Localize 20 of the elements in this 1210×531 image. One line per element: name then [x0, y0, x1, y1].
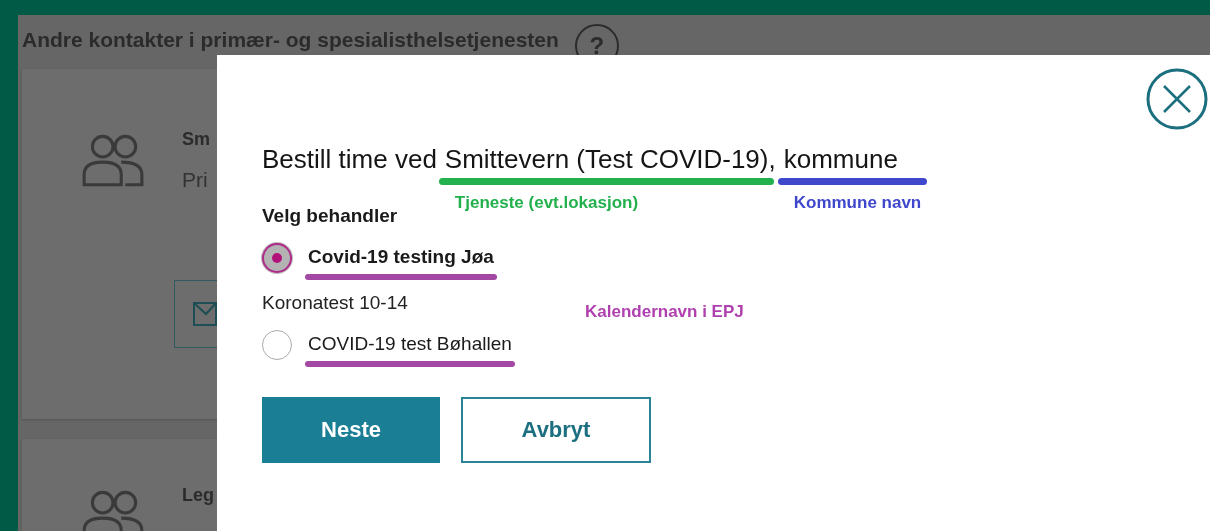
annotation-label: Kalendernavn i EPJ — [585, 302, 744, 322]
section-title: Andre kontakter i primær- og spesialisthelsetjenesten — [22, 28, 559, 52]
card-description: Pri — [182, 168, 209, 192]
heading-text: Bestill time ved — [262, 143, 437, 175]
card-title: Leg — [182, 485, 214, 506]
card-title: Sm — [182, 129, 211, 150]
radio-button[interactable] — [262, 243, 292, 273]
next-button[interactable]: Neste — [262, 397, 440, 463]
close-icon[interactable] — [1146, 68, 1208, 130]
annotation-label: Kommune navn — [793, 193, 922, 213]
heading-text: Smittevern (Test COVID-19) — [444, 143, 769, 175]
group-label: Velg behandler — [262, 205, 399, 227]
option-label[interactable]: Covid-19 testing Jøa — [308, 246, 494, 268]
annotation-label: Tjeneste (evt.lokasjon) — [454, 193, 640, 213]
envelope-icon — [192, 299, 218, 329]
heading-text: , — [768, 143, 776, 175]
option-label[interactable]: COVID-19 test Bøhallen — [308, 333, 512, 355]
heading-text: kommune — [783, 143, 899, 175]
option-sublabel: Koronatest 10-14 — [262, 292, 408, 314]
cancel-button[interactable]: Avbryt — [461, 397, 651, 463]
